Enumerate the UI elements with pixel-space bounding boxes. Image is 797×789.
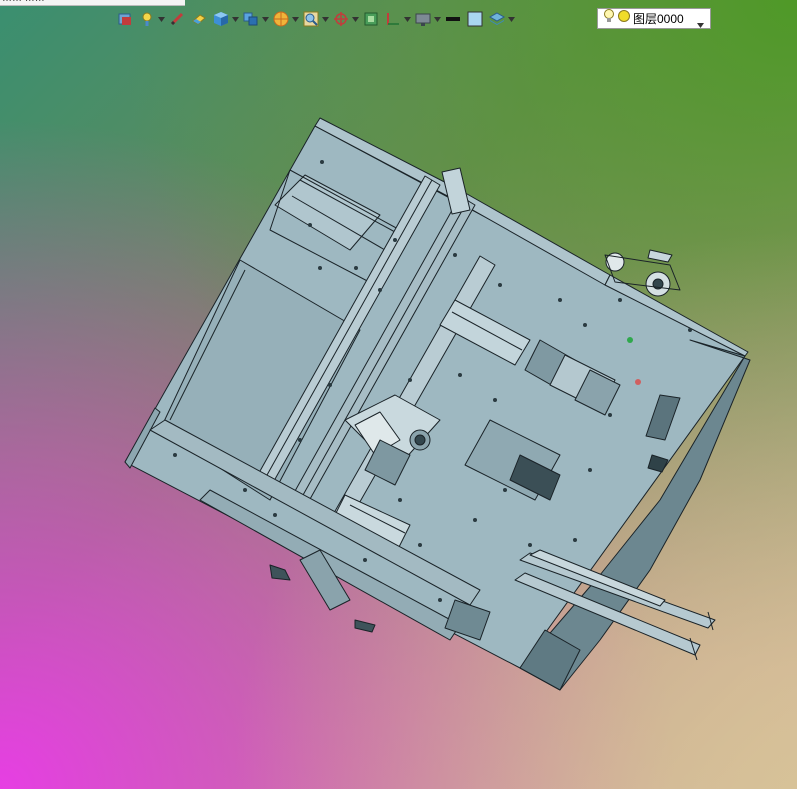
sketch-icon[interactable] <box>361 9 381 29</box>
dimension-icon[interactable] <box>383 9 403 29</box>
layers-icon[interactable] <box>487 9 507 29</box>
line-weight-icon[interactable] <box>443 9 463 29</box>
zoom-icon[interactable] <box>301 9 321 29</box>
layer-name: 图层0000 <box>633 12 684 26</box>
layers-menu-chevron-down-icon[interactable] <box>507 9 515 29</box>
layer-status-icon[interactable] <box>617 9 631 28</box>
view-menu-chevron-down-icon[interactable] <box>261 9 269 29</box>
view-toolbar <box>115 8 515 30</box>
pen-icon[interactable] <box>167 9 187 29</box>
light-menu-chevron-down-icon[interactable] <box>157 9 165 29</box>
chevron-down-icon[interactable] <box>697 15 704 33</box>
eraser-icon[interactable] <box>189 9 209 29</box>
rotate-menu-chevron-down-icon[interactable] <box>351 9 359 29</box>
section-menu-chevron-down-icon[interactable] <box>291 9 299 29</box>
window-title-strip: …… …… <box>0 0 185 6</box>
cad-machine-model[interactable] <box>0 0 797 789</box>
zoom-menu-chevron-down-icon[interactable] <box>321 9 329 29</box>
rotate-axis-icon[interactable] <box>331 9 351 29</box>
view-cube-icon[interactable] <box>241 9 261 29</box>
dimension-menu-chevron-down-icon[interactable] <box>403 9 411 29</box>
pie-section-icon[interactable] <box>271 9 291 29</box>
cube-menu-chevron-down-icon[interactable] <box>231 9 239 29</box>
save-view-icon[interactable] <box>115 9 135 29</box>
color-swatch-icon[interactable] <box>465 9 485 29</box>
display-icon[interactable] <box>413 9 433 29</box>
window-title: …… …… <box>2 0 45 4</box>
lightbulb-icon[interactable] <box>603 8 615 29</box>
layer-select[interactable]: 图层0000 <box>597 8 711 29</box>
cube-icon[interactable] <box>211 9 231 29</box>
display-menu-chevron-down-icon[interactable] <box>433 9 441 29</box>
light-icon[interactable] <box>137 9 157 29</box>
3d-viewport[interactable]: …… …… <box>0 0 797 789</box>
